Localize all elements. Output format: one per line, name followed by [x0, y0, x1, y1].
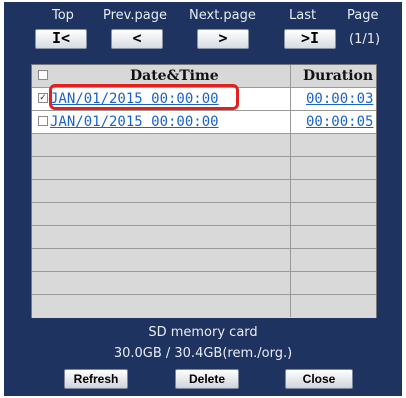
navigation-labels: Top Prev.page Next.page Last Page — [4, 8, 402, 26]
empty-row — [32, 134, 376, 157]
last-label: Last — [289, 8, 317, 23]
top-page-button[interactable]: I< — [35, 29, 87, 49]
select-all-checkbox[interactable] — [38, 70, 48, 80]
table-row: JAN/01/2015 00:00:00 00:00:05 — [32, 111, 376, 134]
empty-row — [32, 295, 376, 318]
prev-page-label: Prev.page — [103, 8, 167, 23]
next-page-label: Next.page — [189, 8, 256, 23]
empty-row — [32, 226, 376, 249]
sd-playback-panel: Top Prev.page Next.page Last Page I< < >… — [4, 2, 402, 396]
row-checkbox[interactable]: ✓ — [38, 93, 48, 103]
recording-duration-link[interactable]: 00:00:05 — [306, 114, 373, 130]
top-label: Top — [52, 8, 74, 23]
empty-row — [32, 203, 376, 226]
delete-button[interactable]: Delete — [175, 369, 239, 389]
recording-duration-link[interactable]: 00:00:03 — [306, 91, 373, 107]
prev-page-button[interactable]: < — [111, 29, 163, 49]
page-label: Page — [347, 8, 379, 23]
row-checkbox[interactable] — [38, 116, 48, 126]
datetime-column-header: Date&Time — [130, 68, 219, 84]
close-button[interactable]: Close — [285, 369, 353, 389]
empty-row — [32, 157, 376, 180]
page-indicator: (1/1) — [349, 32, 381, 47]
recording-datetime-link[interactable]: JAN/01/2015 00:00:00 — [50, 114, 219, 130]
next-page-button[interactable]: > — [197, 29, 249, 49]
sd-card-capacity: 30.0GB / 30.4GB(rem./org.) — [113, 346, 293, 361]
empty-row — [32, 180, 376, 203]
empty-row — [32, 249, 376, 272]
empty-row — [32, 272, 376, 295]
last-page-button[interactable]: >I — [284, 29, 336, 49]
refresh-button[interactable]: Refresh — [64, 369, 128, 389]
selection-highlight — [49, 84, 239, 110]
sd-card-title: SD memory card — [148, 325, 258, 340]
duration-column-header: Duration — [303, 68, 374, 84]
column-divider — [290, 65, 291, 317]
